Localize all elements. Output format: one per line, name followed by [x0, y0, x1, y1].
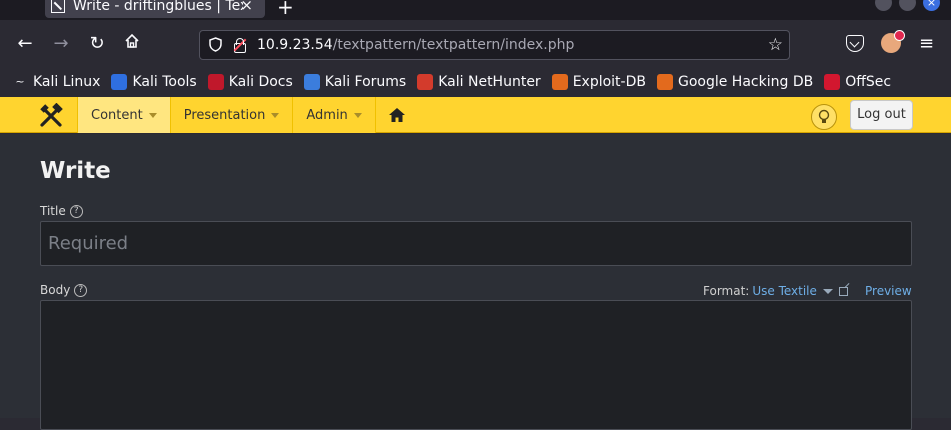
forward-arrow-icon[interactable]: → — [49, 32, 73, 56]
bookmark-label: Kali NetHunter — [438, 73, 541, 90]
bookmark-label: Kali Forums — [324, 73, 407, 90]
textpattern-header: Content Presentation Admin — [0, 97, 951, 133]
extension-avatar-icon[interactable] — [881, 30, 905, 53]
preview-link[interactable]: Preview — [865, 284, 912, 298]
bookmark-item[interactable]: OffSec — [824, 73, 892, 90]
home-icon[interactable] — [120, 32, 144, 56]
chevron-down-icon — [271, 112, 280, 118]
lightbulb-tip-icon[interactable] — [811, 104, 837, 130]
navigation-toolbar: ← → ↻ 10.9.23.54/textpattern/textpattern… — [0, 20, 951, 68]
back-arrow-icon[interactable]: ← — [13, 32, 37, 56]
textpattern-logo-icon[interactable] — [38, 103, 66, 129]
bookmark-label: Exploit-DB — [572, 73, 646, 90]
kali-forums-icon — [303, 73, 320, 90]
bookmark-label: Kali Docs — [228, 73, 293, 90]
new-tab-icon[interactable]: + — [277, 0, 294, 19]
body-label-row: Body ? — [40, 283, 88, 297]
chevron-down-icon[interactable] — [822, 288, 833, 294]
tab-close-icon[interactable]: × — [240, 0, 253, 14]
minimize-window-icon[interactable] — [875, 0, 892, 11]
page-title: Write — [40, 158, 111, 184]
maximize-window-icon[interactable] — [899, 0, 916, 11]
tab-title: Write - driftingblues | Textpattern — [73, 0, 243, 14]
body-textarea[interactable] — [40, 300, 912, 430]
view-site-home-icon[interactable] — [374, 97, 419, 133]
kali-dragon-icon: ~ — [15, 74, 25, 88]
nav-presentation[interactable]: Presentation — [169, 97, 293, 133]
chevron-down-icon — [353, 112, 362, 118]
offsec-icon — [824, 73, 841, 90]
hamburger-menu-icon[interactable]: ≡ — [919, 33, 934, 54]
logout-button[interactable]: Log out — [850, 100, 913, 130]
bookmark-star-icon[interactable]: ☆ — [768, 35, 783, 55]
format-label: Format: — [703, 284, 750, 298]
reload-icon[interactable]: ↻ — [85, 32, 109, 56]
bookmark-label: OffSec — [845, 73, 892, 90]
help-icon[interactable]: ? — [74, 283, 88, 297]
nav-presentation-label: Presentation — [183, 107, 266, 123]
tab-favicon-icon — [51, 0, 65, 13]
title-label-row: Title ? — [40, 204, 83, 218]
browser-tab[interactable]: Write - driftingblues | Textpattern × — [45, 0, 265, 18]
nav-content[interactable]: Content — [77, 97, 170, 133]
nethunter-icon — [417, 73, 434, 90]
address-bar[interactable]: 10.9.23.54/textpattern/textpattern/index… — [199, 30, 790, 60]
bookmark-label: Kali Tools — [132, 73, 197, 90]
ghdb-icon — [656, 73, 673, 90]
bookmark-item[interactable]: Kali Forums — [303, 73, 407, 90]
bookmark-item[interactable]: Google Hacking DB — [656, 73, 814, 90]
textpattern-nav: Content Presentation Admin — [77, 97, 419, 133]
close-window-icon[interactable]: × — [923, 0, 940, 11]
kali-docs-icon — [207, 73, 224, 90]
exploit-db-icon — [551, 73, 568, 90]
bookmark-item[interactable]: Exploit-DB — [551, 73, 646, 90]
title-label: Title — [40, 204, 66, 218]
insecure-lock-icon[interactable] — [233, 38, 247, 53]
external-link-icon[interactable] — [838, 286, 848, 296]
bookmark-item[interactable]: Kali NetHunter — [417, 73, 541, 90]
nav-admin[interactable]: Admin — [292, 97, 375, 133]
tracking-shield-icon[interactable] — [209, 37, 223, 53]
body-label: Body — [40, 283, 71, 297]
url-text[interactable]: 10.9.23.54/textpattern/textpattern/index… — [257, 37, 574, 53]
bookmark-item[interactable]: Kali Tools — [111, 73, 197, 90]
pocket-icon[interactable] — [846, 35, 864, 52]
browser-tab-strip: Write - driftingblues | Textpattern × + … — [0, 0, 951, 20]
bookmarks-toolbar: ~ Kali Linux Kali Tools Kali Docs Kali Forum… — [0, 68, 951, 95]
nav-admin-label: Admin — [306, 107, 348, 123]
write-panel: Write Title ? Required Body ? Format: Us… — [0, 134, 951, 430]
bookmark-label: Google Hacking DB — [677, 73, 814, 90]
bookmark-item[interactable]: ~ Kali Linux — [12, 74, 100, 90]
format-dropdown[interactable]: Use Textile — [752, 284, 817, 298]
bookmark-label: Kali Linux — [33, 73, 101, 90]
kali-tools-icon — [111, 73, 128, 90]
chevron-down-icon — [148, 112, 157, 118]
help-icon[interactable]: ? — [69, 204, 83, 218]
nav-content-label: Content — [91, 107, 143, 123]
title-input[interactable]: Required — [40, 221, 912, 266]
format-selector: Format: Use Textile — [703, 284, 848, 298]
bookmark-item[interactable]: Kali Docs — [207, 73, 293, 90]
